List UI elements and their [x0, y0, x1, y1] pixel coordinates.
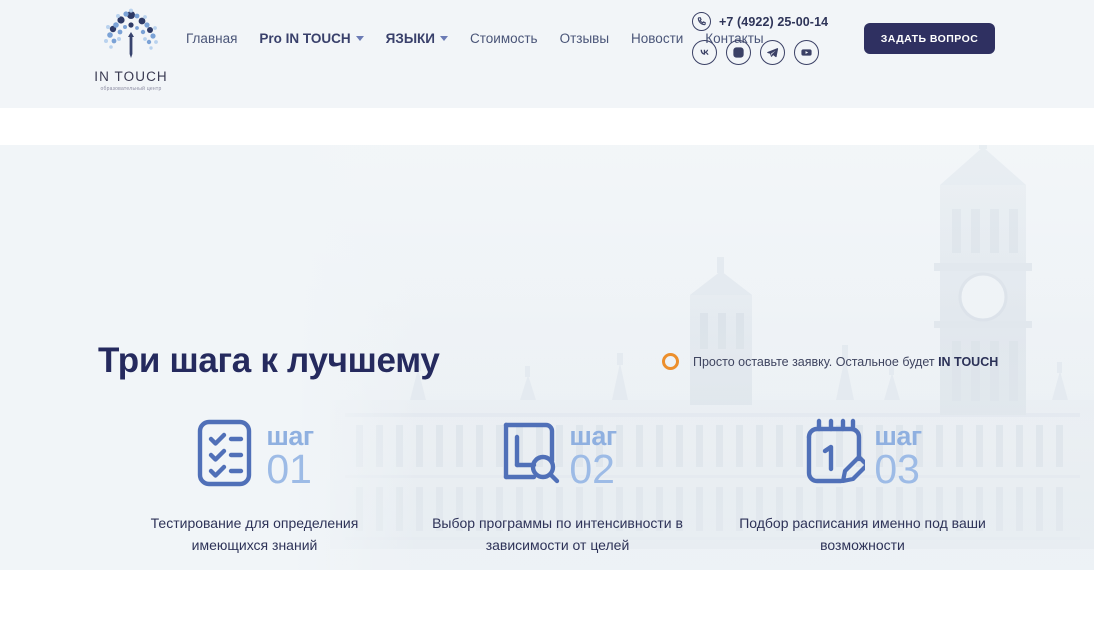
logo-name: IN TOUCH	[94, 69, 168, 84]
step-description: Подбор расписания именно под ваши возмож…	[739, 515, 986, 554]
step-label: шаг 02	[569, 417, 617, 492]
step-label: шаг 03	[874, 417, 922, 492]
step-number: 01	[266, 446, 312, 492]
header-contact-block: +7 (4922) 25-00-14	[692, 12, 837, 65]
orange-ring-icon	[662, 353, 679, 370]
hero-tagline-text: Просто оставьте заявку. Остальное будет …	[693, 355, 998, 369]
logo-subtitle: образовательный центр	[100, 86, 162, 92]
nav-item-news[interactable]: Новости	[631, 31, 683, 46]
step-item: шаг 02 Выбор программы по интенсивности …	[391, 417, 724, 556]
hero-section: Три шага к лучшему Просто оставьте заявк…	[0, 145, 1094, 570]
logo[interactable]: IN TOUCH образовательный центр	[88, 8, 174, 100]
telegram-icon[interactable]	[760, 40, 785, 65]
hero-tagline: Просто оставьте заявку. Остальное будет …	[662, 353, 998, 370]
step-number: 02	[569, 446, 615, 492]
step-item: шаг 03 Подбор расписания именно под ваши…	[696, 417, 1029, 556]
instagram-icon[interactable]	[726, 40, 751, 65]
hero-tagline-prefix: Просто оставьте заявку. Остальное будет	[693, 354, 939, 369]
nav-item-pro-in-touch[interactable]: Pro IN TOUCH	[259, 31, 364, 46]
chevron-down-icon	[439, 36, 448, 41]
checklist-clipboard-icon	[195, 417, 257, 489]
phone-icon	[692, 12, 711, 31]
steps-list: шаг 01 Тестирование для определения имею…	[0, 417, 1094, 556]
nav-item-pricing[interactable]: Стоимость	[470, 31, 538, 46]
header-divider-gap	[0, 108, 1094, 145]
chevron-down-icon	[355, 36, 364, 41]
hero-tagline-brand: IN TOUCH	[938, 354, 999, 369]
phone-row[interactable]: +7 (4922) 25-00-14	[692, 12, 837, 31]
nav-item-languages[interactable]: ЯЗЫКИ	[386, 31, 448, 46]
social-links	[692, 40, 837, 65]
step-number: 03	[874, 446, 920, 492]
book-magnifier-icon	[498, 417, 560, 489]
step-description: Тестирование для определения имеющихся з…	[150, 515, 359, 554]
step-header: шаг 03	[803, 417, 922, 495]
ask-question-button[interactable]: ЗАДАТЬ ВОПРОС	[864, 23, 995, 54]
page-title: Три шага к лучшему	[98, 341, 440, 380]
vk-icon[interactable]	[692, 40, 717, 65]
youtube-icon[interactable]	[794, 40, 819, 65]
step-description: Выбор программы по интенсивности в завис…	[432, 515, 683, 554]
page-bottom-spacer	[0, 570, 1094, 620]
step-label: шаг 01	[266, 417, 314, 492]
step-header: шаг 01	[195, 417, 314, 495]
step-item: шаг 01 Тестирование для определения имею…	[88, 417, 421, 556]
tree-pencil-logo-icon	[101, 8, 161, 68]
phone-number: +7 (4922) 25-00-14	[719, 14, 829, 29]
calendar-pencil-icon	[803, 417, 870, 489]
step-header: шаг 02	[498, 417, 617, 495]
nav-item-reviews[interactable]: Отзывы	[560, 31, 609, 46]
site-header: IN TOUCH образовательный центр Главная P…	[0, 0, 1094, 108]
nav-item-home[interactable]: Главная	[186, 31, 237, 46]
